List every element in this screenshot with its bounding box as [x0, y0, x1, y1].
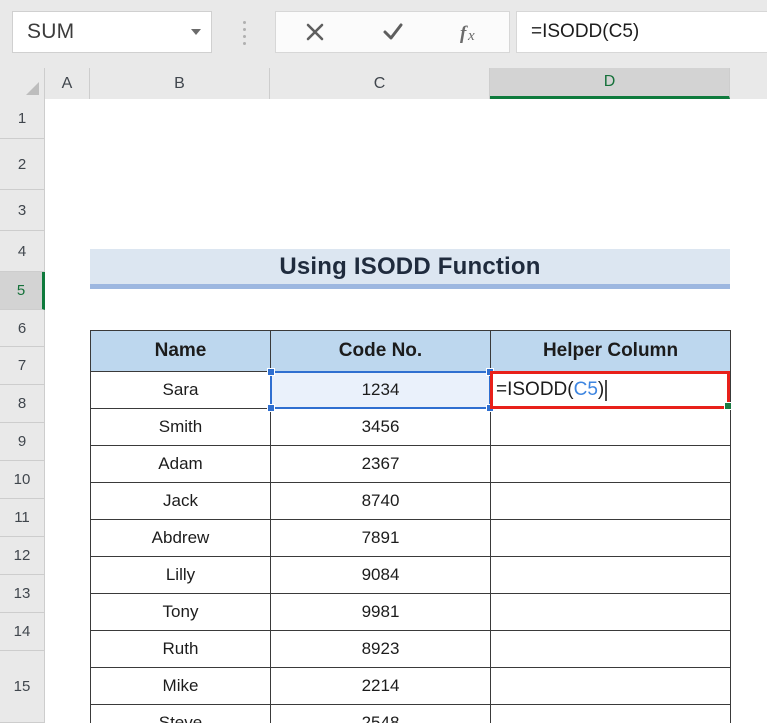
row-header-2[interactable]: 2	[0, 139, 45, 190]
cell-c11[interactable]: 9981	[270, 593, 491, 631]
cell-b14[interactable]: Steve	[90, 704, 271, 723]
cell-d8[interactable]	[490, 482, 731, 520]
column-header-c[interactable]: C	[270, 68, 490, 99]
row-header-5[interactable]: 5	[0, 272, 45, 310]
formula-bar: SUM f x =ISODD(C5)	[0, 0, 767, 68]
row-header-1[interactable]: 1	[0, 99, 45, 139]
title-banner[interactable]: Using ISODD Function	[90, 249, 730, 289]
row-header-14[interactable]: 14	[0, 613, 45, 651]
row-header-11[interactable]: 11	[0, 499, 45, 537]
cell-b7[interactable]: Adam	[90, 445, 271, 483]
cell-b8[interactable]: Jack	[90, 482, 271, 520]
svg-text:x: x	[467, 28, 475, 44]
active-cell-editor-d5[interactable]: =ISODD(C5)	[490, 371, 730, 409]
row-header-4[interactable]: 4	[0, 231, 45, 272]
table-row: Ruth 8923	[90, 630, 731, 668]
cell-c12[interactable]: 8923	[270, 630, 491, 668]
table-row: Mike 2214	[90, 667, 731, 705]
table-row: Jack 8740	[90, 482, 731, 520]
table-row: Smith 3456	[90, 408, 731, 446]
column-header-row: A B C D	[0, 68, 767, 99]
row-header-12[interactable]: 12	[0, 537, 45, 575]
row-header-15[interactable]: 15	[0, 651, 45, 723]
cell-c13[interactable]: 2214	[270, 667, 491, 705]
page-title: Using ISODD Function	[279, 252, 541, 280]
table-row: Abdrew 7891	[90, 519, 731, 557]
row-header-9[interactable]: 9	[0, 423, 45, 461]
select-all-corner[interactable]	[0, 68, 45, 99]
cell-b11[interactable]: Tony	[90, 593, 271, 631]
row-header-7[interactable]: 7	[0, 347, 45, 385]
column-header-a[interactable]: A	[45, 68, 90, 99]
cell-b12[interactable]: Ruth	[90, 630, 271, 668]
formula-input[interactable]: =ISODD(C5)	[516, 11, 767, 53]
column-header-name: Name	[90, 330, 271, 372]
cell-b5[interactable]: Sara	[90, 371, 271, 409]
cell-c6[interactable]: 3456	[270, 408, 491, 446]
formula-prefix: =ISODD(	[496, 379, 574, 400]
svg-text:f: f	[460, 23, 468, 44]
formula-reference: C5	[573, 379, 598, 400]
cell-d14[interactable]	[490, 704, 731, 723]
column-header-e[interactable]	[730, 68, 767, 99]
column-header-code: Code No.	[270, 330, 491, 372]
cell-c5[interactable]: 1234	[270, 371, 491, 409]
row-header-10[interactable]: 10	[0, 461, 45, 499]
fill-handle[interactable]	[724, 402, 732, 410]
text-cursor	[605, 379, 607, 401]
formula-bar-buttons: f x	[275, 11, 510, 53]
cell-c8[interactable]: 8740	[270, 482, 491, 520]
row-header-3[interactable]: 3	[0, 190, 45, 231]
name-box[interactable]: SUM	[12, 11, 212, 53]
table-row: Adam 2367	[90, 445, 731, 483]
formula-suffix: )	[597, 379, 605, 400]
table-row: Lilly 9084	[90, 556, 731, 594]
row-header-8[interactable]: 8	[0, 385, 45, 423]
cell-c14[interactable]: 2548	[270, 704, 491, 723]
chevron-down-icon[interactable]	[181, 12, 211, 52]
fx-icon[interactable]: f x	[431, 12, 509, 52]
cell-d6[interactable]	[490, 408, 731, 446]
cell-d7[interactable]	[490, 445, 731, 483]
cell-b10[interactable]: Lilly	[90, 556, 271, 594]
cell-d13[interactable]	[490, 667, 731, 705]
row-header-6[interactable]: 6	[0, 310, 45, 347]
cell-d12[interactable]	[490, 630, 731, 668]
table-row: Tony 9981	[90, 593, 731, 631]
column-header-helper: Helper Column	[490, 330, 731, 372]
cell-b9[interactable]: Abdrew	[90, 519, 271, 557]
cell-d10[interactable]	[490, 556, 731, 594]
worksheet-grid[interactable]: Using ISODD Function Name Code No. Helpe…	[45, 99, 767, 723]
cell-d9[interactable]	[490, 519, 731, 557]
cell-c9[interactable]: 7891	[270, 519, 491, 557]
row-header-13[interactable]: 13	[0, 575, 45, 613]
cell-b13[interactable]: Mike	[90, 667, 271, 705]
cell-c7[interactable]: 2367	[270, 445, 491, 483]
table-row: Steve 2548	[90, 704, 731, 723]
table-header-row: Name Code No. Helper Column	[90, 330, 731, 372]
select-all-triangle-icon	[26, 82, 39, 95]
cell-c10[interactable]: 9084	[270, 556, 491, 594]
enter-check-icon[interactable]	[354, 12, 432, 52]
cancel-x-icon[interactable]	[276, 12, 354, 52]
cell-d11[interactable]	[490, 593, 731, 631]
name-box-value: SUM	[27, 20, 75, 43]
column-header-b[interactable]: B	[90, 68, 270, 99]
formula-bar-drag-handle[interactable]	[240, 18, 248, 48]
cell-b6[interactable]: Smith	[90, 408, 271, 446]
column-header-d[interactable]: D	[490, 68, 730, 99]
